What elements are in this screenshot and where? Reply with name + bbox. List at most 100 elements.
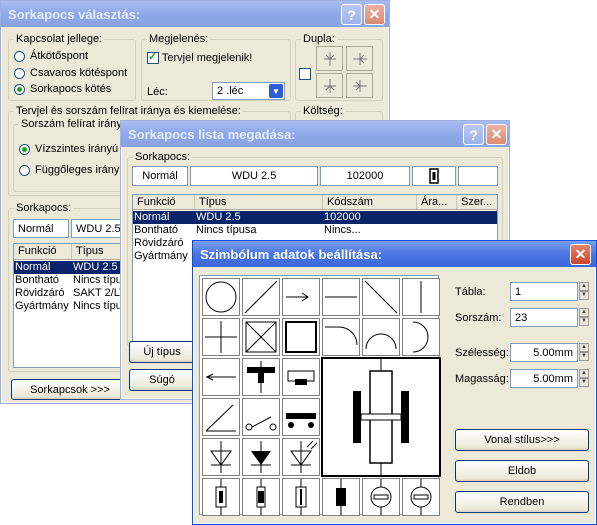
code-field[interactable]: 102000	[320, 166, 410, 186]
connection-type-legend: Kapcsolat jellege:	[14, 33, 105, 45]
table-row[interactable]: Rövidzáró SAKT 2/LT	[14, 287, 130, 300]
symbol-side-arc-icon[interactable]	[402, 318, 440, 356]
cell: WDU 2.5	[73, 261, 118, 273]
symbol-relay-icon[interactable]	[282, 358, 320, 396]
table-row[interactable]: Normál WDU 2.5	[14, 261, 130, 274]
appearance-legend: Megjelenés:	[147, 33, 211, 45]
help-button[interactable]: ?	[463, 124, 484, 145]
checkbox-box	[147, 50, 159, 65]
width-spinner[interactable]: ▲ ▼	[579, 343, 589, 361]
terminal-group: Sorkapocs: Normál WDU 2.5 Funkció Típus …	[8, 202, 133, 372]
symbol-diode-icon[interactable]	[202, 438, 240, 476]
cell: Normál	[134, 211, 170, 223]
blank-field[interactable]	[458, 166, 498, 186]
table-row[interactable]: Normál WDU 2.5 102000	[133, 211, 497, 224]
terminal-mode-field[interactable]: Normál	[13, 219, 69, 238]
code-value: 102000	[346, 170, 384, 182]
column-header[interactable]: Típus	[195, 195, 323, 209]
width-label: Szélesség:	[455, 347, 509, 359]
symbol-terminal-a-icon[interactable]	[202, 478, 240, 516]
column-header[interactable]: Kódszám	[323, 195, 417, 209]
serial-input[interactable]: 23	[510, 308, 578, 327]
line-style-button[interactable]: Vonal stílus>>>	[455, 429, 589, 451]
ok-button[interactable]: Rendben	[455, 491, 589, 513]
column-header[interactable]: Funkció	[133, 195, 195, 209]
radio-screw[interactable]: Csavaros kötéspont	[14, 67, 127, 79]
symbol-arrow-icon[interactable]	[282, 278, 320, 316]
help-text-button[interactable]: Súgó	[129, 369, 195, 391]
symbol-tee-icon[interactable]	[242, 358, 280, 396]
symbol-half-arc-icon[interactable]	[362, 318, 400, 356]
table-label: Tábla:	[455, 286, 486, 298]
symbol-bus-icon[interactable]	[282, 398, 320, 436]
terminal-list-titlebar[interactable]: Sorkapocs lista megadása:	[121, 121, 509, 147]
new-type-button[interactable]: Új típus	[129, 341, 195, 363]
radio-vertical[interactable]: Függőleges irányú	[19, 164, 126, 176]
terminals-button[interactable]: Sorkapcsok >>>	[11, 379, 129, 400]
close-button[interactable]: ✕	[570, 244, 591, 265]
symbol-square-icon[interactable]	[282, 318, 320, 356]
symbol-vline-icon[interactable]	[402, 278, 440, 316]
radio-circle	[19, 164, 30, 176]
symbol-hline-icon[interactable]	[322, 278, 360, 316]
close-button[interactable]: ✕	[486, 124, 507, 145]
double-left-icon[interactable]	[346, 73, 373, 98]
symbol-switch-icon[interactable]	[202, 398, 240, 436]
radio-junction[interactable]: Átkötőspont	[14, 50, 88, 62]
table-value: 1	[515, 285, 522, 298]
direction-legend: Tervjel és sorszám felírat iránya és kie…	[14, 105, 243, 117]
symbol-visible-checkbox[interactable]: Tervjel megjelenik!	[147, 50, 252, 65]
symbol-preview-field[interactable]	[412, 166, 456, 186]
column-header[interactable]: Szer...	[457, 195, 497, 209]
symbol-fuse-link-icon[interactable]	[242, 398, 280, 436]
rail-select[interactable]: 2 .léc ▼	[212, 82, 285, 100]
double-checkbox[interactable]	[299, 68, 311, 80]
close-button[interactable]: ✕	[364, 4, 385, 25]
type-field[interactable]: WDU 2.5	[190, 166, 318, 186]
symbol-cross-icon[interactable]	[202, 318, 240, 356]
symbol-terminal-b-icon[interactable]	[242, 478, 280, 516]
height-spinner[interactable]: ▲ ▼	[579, 369, 589, 387]
symbol-circle-icon[interactable]	[202, 278, 240, 316]
serial-value: 23	[515, 311, 528, 324]
table-row[interactable]: Gyártmány Nincs típus	[14, 300, 130, 313]
width-input[interactable]: 5.00mm	[510, 343, 578, 362]
table-spinner[interactable]: ▲ ▼	[579, 282, 589, 300]
serial-spinner[interactable]: ▲ ▼	[579, 308, 589, 326]
symbol-plug-icon[interactable]	[202, 358, 240, 396]
height-label: Magasság:	[455, 373, 509, 385]
mode-value: Normál	[142, 170, 178, 182]
height-input[interactable]: 5.00mm	[510, 369, 578, 388]
mode-field[interactable]: Normál	[132, 166, 188, 186]
chevron-down-icon: ▼	[269, 84, 283, 98]
help-button[interactable]: ?	[341, 4, 362, 25]
table-row[interactable]: Bontható Nincs típusa Nincs...	[133, 224, 497, 237]
radio-horizontal[interactable]: Vízszintes irányú	[19, 143, 118, 155]
drop-button[interactable]: Eldob	[455, 460, 589, 482]
symbol-quarter-arc-icon[interactable]	[322, 318, 360, 356]
symbol-terminal-d-icon[interactable]	[322, 478, 360, 516]
terminal-select-titlebar[interactable]: Sorkapocs választás:	[1, 1, 389, 27]
double-bottom-icon[interactable]	[316, 73, 343, 98]
symbol-circle-terminal-b-icon[interactable]	[402, 478, 440, 516]
terminal-table[interactable]: Funkció Típus Normál WDU 2.5 Bontható Ninc…	[13, 243, 131, 368]
double-right-icon[interactable]	[346, 46, 373, 71]
symbol-filled-diode-icon[interactable]	[242, 438, 280, 476]
table-input[interactable]: 1	[510, 282, 578, 301]
cell: Rövidzáró	[134, 237, 184, 249]
column-header[interactable]: Ára...	[417, 195, 457, 209]
cell: Nincs...	[324, 224, 361, 236]
radio-circle	[14, 83, 25, 95]
symbol-settings-titlebar[interactable]: Szimbólum adatok beállítása:	[193, 241, 596, 267]
symbol-terminal-c-icon[interactable]	[282, 478, 320, 516]
symbol-backslash-icon[interactable]	[362, 278, 400, 316]
double-top-icon[interactable]	[316, 46, 343, 71]
symbol-circle-terminal-a-icon[interactable]	[362, 478, 400, 516]
symbol-diagonal-icon[interactable]	[242, 278, 280, 316]
radio-terminal[interactable]: Sorkapocs kötés	[14, 83, 111, 95]
column-header[interactable]: Funkció	[14, 244, 72, 259]
symbol-xbox-icon[interactable]	[242, 318, 280, 356]
table-row[interactable]: Bontható Nincs típus	[14, 274, 130, 287]
radio-label: Átkötőspont	[30, 50, 89, 62]
symbol-led-icon[interactable]	[282, 438, 320, 476]
